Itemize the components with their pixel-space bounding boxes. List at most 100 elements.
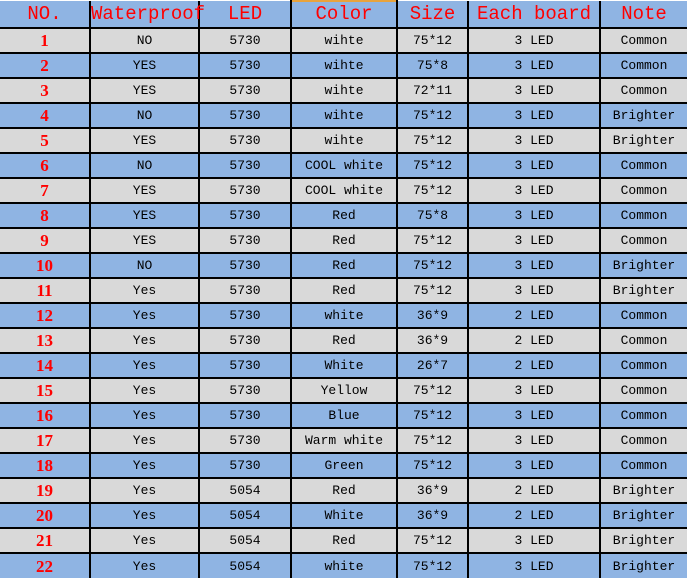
- cell-no: 14: [0, 353, 91, 379]
- cell-led: 5054: [199, 503, 292, 529]
- cell-color: COOL white: [291, 153, 398, 179]
- cell-no: 21: [0, 528, 91, 554]
- cell-no: 2: [0, 53, 91, 79]
- table-row: 12 Yes 5730 white 36*9 2 LED Common: [0, 303, 687, 329]
- table-row: 8 YES 5730 Red 75*8 3 LED Common: [0, 203, 687, 229]
- cell-size: 26*7: [397, 353, 469, 379]
- cell-color: white: [291, 303, 398, 329]
- cell-board: 3 LED: [468, 553, 601, 578]
- cell-color: White: [291, 503, 398, 529]
- cell-no: 20: [0, 503, 91, 529]
- cell-led: 5054: [199, 553, 292, 578]
- table-row: 7 YES 5730 COOL white 75*12 3 LED Common: [0, 178, 687, 204]
- cell-board: 3 LED: [468, 78, 601, 104]
- cell-no: 15: [0, 378, 91, 404]
- cell-board: 3 LED: [468, 428, 601, 454]
- cell-color: wihte: [291, 103, 398, 129]
- cell-led: 5730: [199, 53, 292, 79]
- table-header: NO. Waterproof LED Color Size Each board…: [0, 0, 687, 29]
- cell-note: Common: [600, 378, 687, 404]
- cell-no: 19: [0, 478, 91, 504]
- cell-size: 75*12: [397, 378, 469, 404]
- cell-no: 5: [0, 128, 91, 154]
- cell-wp: YES: [90, 128, 200, 154]
- cell-color: Red: [291, 203, 398, 229]
- cell-board: 2 LED: [468, 328, 601, 354]
- cell-no: 7: [0, 178, 91, 204]
- cell-wp: YES: [90, 203, 200, 229]
- table-row: 13 Yes 5730 Red 36*9 2 LED Common: [0, 328, 687, 354]
- cell-led: 5730: [199, 178, 292, 204]
- cell-no: 10: [0, 253, 91, 279]
- cell-note: Brighter: [600, 253, 687, 279]
- table-row: 9 YES 5730 Red 75*12 3 LED Common: [0, 228, 687, 254]
- cell-wp: Yes: [90, 403, 200, 429]
- column-header-color: Color: [291, 0, 398, 29]
- table-row: 15 Yes 5730 Yellow 75*12 3 LED Common: [0, 378, 687, 404]
- cell-size: 75*12: [397, 453, 469, 479]
- cell-board: 3 LED: [468, 153, 601, 179]
- cell-note: Brighter: [600, 478, 687, 504]
- cell-color: Red: [291, 228, 398, 254]
- cell-wp: YES: [90, 228, 200, 254]
- cell-wp: Yes: [90, 528, 200, 554]
- cell-board: 3 LED: [468, 203, 601, 229]
- column-header-no: NO.: [0, 1, 91, 29]
- cell-wp: NO: [90, 253, 200, 279]
- cell-board: 2 LED: [468, 353, 601, 379]
- cell-led: 5730: [199, 203, 292, 229]
- cell-note: Brighter: [600, 528, 687, 554]
- cell-board: 3 LED: [468, 103, 601, 129]
- cell-note: Common: [600, 203, 687, 229]
- table-row: 1 NO 5730 wihte 75*12 3 LED Common: [0, 28, 687, 54]
- cell-led: 5730: [199, 228, 292, 254]
- cell-size: 36*9: [397, 478, 469, 504]
- cell-led: 5730: [199, 253, 292, 279]
- cell-note: Common: [600, 353, 687, 379]
- cell-wp: Yes: [90, 428, 200, 454]
- cell-wp: YES: [90, 178, 200, 204]
- cell-no: 9: [0, 228, 91, 254]
- cell-led: 5730: [199, 103, 292, 129]
- cell-note: Common: [600, 453, 687, 479]
- cell-size: 75*12: [397, 528, 469, 554]
- cell-led: 5730: [199, 28, 292, 54]
- cell-board: 3 LED: [468, 128, 601, 154]
- cell-color: Warm white: [291, 428, 398, 454]
- led-specification-table: NO. Waterproof LED Color Size Each board…: [0, 0, 687, 578]
- cell-note: Brighter: [600, 553, 687, 578]
- cell-no: 16: [0, 403, 91, 429]
- cell-led: 5730: [199, 378, 292, 404]
- cell-no: 18: [0, 453, 91, 479]
- cell-note: Brighter: [600, 103, 687, 129]
- cell-led: 5730: [199, 328, 292, 354]
- cell-led: 5730: [199, 453, 292, 479]
- cell-wp: Yes: [90, 353, 200, 379]
- cell-board: 2 LED: [468, 478, 601, 504]
- table-row: 19 Yes 5054 Red 36*9 2 LED Brighter: [0, 478, 687, 504]
- cell-wp: NO: [90, 153, 200, 179]
- cell-led: 5730: [199, 303, 292, 329]
- cell-size: 75*8: [397, 53, 469, 79]
- cell-color: wihte: [291, 128, 398, 154]
- cell-note: Common: [600, 328, 687, 354]
- table-row: 3 YES 5730 wihte 72*11 3 LED Common: [0, 78, 687, 104]
- cell-board: 3 LED: [468, 28, 601, 54]
- cell-color: White: [291, 353, 398, 379]
- cell-note: Brighter: [600, 278, 687, 304]
- cell-color: COOL white: [291, 178, 398, 204]
- cell-size: 75*12: [397, 253, 469, 279]
- cell-board: 3 LED: [468, 53, 601, 79]
- table-row: 18 Yes 5730 Green 75*12 3 LED Common: [0, 453, 687, 479]
- cell-color: Red: [291, 328, 398, 354]
- cell-board: 2 LED: [468, 303, 601, 329]
- cell-no: 4: [0, 103, 91, 129]
- cell-note: Common: [600, 153, 687, 179]
- cell-note: Common: [600, 403, 687, 429]
- cell-led: 5730: [199, 153, 292, 179]
- cell-size: 75*12: [397, 553, 469, 578]
- table-row: 16 Yes 5730 Blue 75*12 3 LED Common: [0, 403, 687, 429]
- table-row: 10 NO 5730 Red 75*12 3 LED Brighter: [0, 253, 687, 279]
- cell-color: Red: [291, 278, 398, 304]
- cell-no: 8: [0, 203, 91, 229]
